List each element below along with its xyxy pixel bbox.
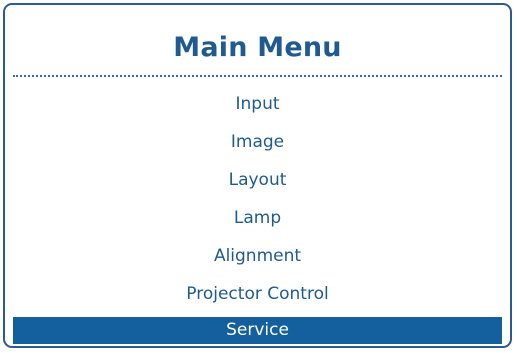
menu-list: Input Image Layout Lamp Alignment Projec… [5,85,510,344]
menu-item-image[interactable]: Image [13,123,502,161]
menu-title: Main Menu [173,32,342,63]
menu-item-service[interactable]: Service [13,317,502,344]
menu-item-layout[interactable]: Layout [13,161,502,199]
dotted-divider [13,75,502,77]
menu-item-input[interactable]: Input [13,85,502,123]
main-menu-panel: Main Menu Input Image Layout Lamp Alignm… [3,3,512,348]
menu-item-lamp[interactable]: Lamp [13,199,502,237]
menu-item-alignment[interactable]: Alignment [13,237,502,275]
menu-item-projector-control[interactable]: Projector Control [13,275,502,313]
